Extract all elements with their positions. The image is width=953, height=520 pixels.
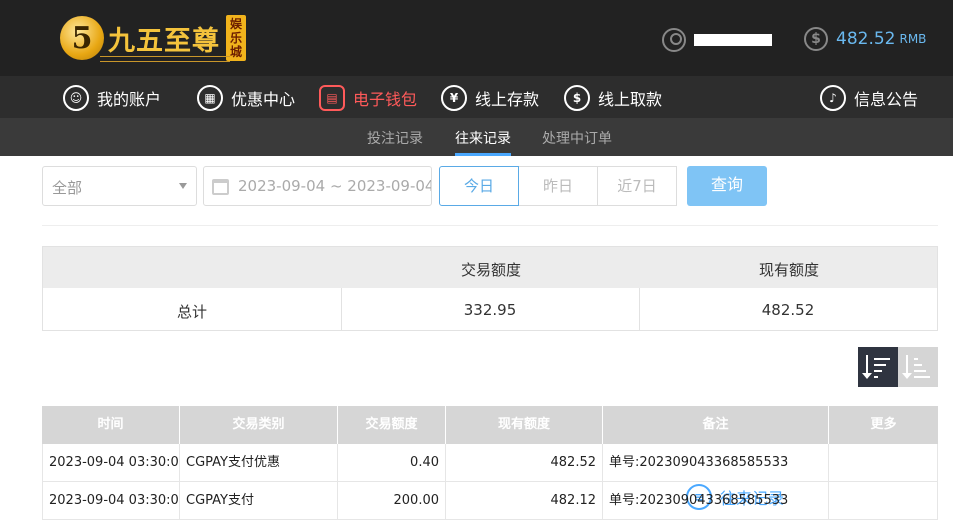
active-tab-underline — [455, 153, 511, 156]
balance-amount: 482.52 — [836, 29, 896, 49]
divider — [42, 225, 938, 226]
deposit-icon: ¥ — [441, 85, 467, 111]
nav-item-withdraw[interactable]: $ 线上取款 — [564, 83, 662, 113]
dollar-icon: $ — [804, 27, 828, 51]
logo-flourish — [100, 56, 230, 62]
nav-item-deposit[interactable]: ¥ 线上存款 — [441, 83, 539, 113]
summary-total-label: 总计 — [176, 303, 207, 321]
sort-desc-icon — [862, 355, 892, 379]
nav-label: 线上存款 — [475, 90, 540, 109]
tab-bet-records[interactable]: 投注记录 — [367, 128, 423, 148]
sub-nav: 投注记录 往来记录 处理中订单 — [0, 118, 953, 156]
cell-amount: 200.00 — [338, 482, 446, 520]
date-range-value: 2023-09-04 ~ 2023-09-04 — [238, 177, 432, 195]
cell-time: 2023-09-04 03:30:02 — [42, 482, 180, 520]
username-redacted — [694, 34, 772, 46]
cell-type: CGPAY支付 — [180, 482, 338, 520]
summary-header-balance: 现有额度 — [759, 261, 820, 279]
user-icon: ☺ — [63, 85, 89, 111]
summary-total-balance: 482.52 — [761, 301, 815, 319]
withdraw-icon: $ — [564, 85, 590, 111]
nav-item-wallet[interactable]: ▤ 电子钱包 — [319, 83, 417, 113]
user-icon — [662, 28, 686, 52]
col-balance: 现有额度 — [446, 406, 603, 444]
logo-mark: 5 — [60, 16, 104, 60]
col-more: 更多 — [870, 417, 897, 432]
cell-time: 2023-09-04 03:30:02 — [42, 444, 180, 482]
yesterday-button[interactable]: 昨日 — [519, 166, 598, 206]
summary-total-amount: 332.95 — [463, 301, 517, 319]
logo-text: 九五至尊 — [108, 25, 220, 57]
nav-label: 我的账户 — [97, 90, 162, 109]
nav-label: 电子钱包 — [353, 90, 418, 109]
cell-more[interactable] — [829, 482, 938, 520]
top-header: 5 九五至尊 娱 乐 城 $ 482.52 RMB — [0, 0, 953, 76]
cell-balance: 482.52 — [446, 444, 603, 482]
main-nav: ☺ 我的账户 ▦ 优惠中心 ▤ 电子钱包 ¥ 线上存款 $ 线上取款 ≡ 往来记… — [0, 76, 953, 510]
col-remark: 备注 — [603, 406, 829, 444]
tab-transaction-records[interactable]: 往来记录 — [455, 128, 511, 148]
balance-unit: RMB — [899, 32, 927, 46]
wallet-icon: ▤ — [319, 85, 345, 111]
records-header: 时间 交易类别 交易额度 现有额度 备注 更多 — [42, 406, 938, 444]
today-button[interactable]: 今日 — [439, 166, 519, 206]
nav-item-notices[interactable]: ♪ 信息公告 — [820, 83, 918, 113]
sort-buttons — [858, 347, 938, 387]
cell-amount: 0.40 — [338, 444, 446, 482]
tab-pending-orders[interactable]: 处理中订单 — [542, 128, 612, 148]
nav-label: 信息公告 — [854, 90, 919, 109]
nav-item-promotions[interactable]: ▦ 优惠中心 — [197, 83, 295, 113]
sort-asc-button[interactable] — [898, 347, 938, 387]
cell-remark: 单号:202309043368585533 — [603, 482, 829, 520]
nav-item-my-account[interactable]: ☺ 我的账户 — [63, 83, 161, 113]
cell-remark: 单号:202309043368585533 — [603, 444, 829, 482]
cell-more[interactable] — [829, 444, 938, 482]
select-value: 全部 — [52, 179, 83, 197]
sort-desc-button[interactable] — [858, 347, 898, 387]
col-time: 时间 — [42, 406, 180, 444]
nav-label: 优惠中心 — [231, 90, 296, 109]
balance-info: $ 482.52 RMB — [804, 27, 926, 51]
summary-table: 交易额度 现有额度 总计 332.95 482.52 — [42, 246, 938, 331]
chevron-down-icon — [179, 183, 187, 189]
query-button[interactable]: 查询 — [687, 166, 767, 206]
date-range-input[interactable]: 2023-09-04 ~ 2023-09-04 — [203, 166, 432, 206]
table-row: 2023-09-04 03:30:02 CGPAY支付 200.00 482.1… — [42, 482, 938, 520]
calendar-icon — [212, 179, 229, 195]
last-7-days-button[interactable]: 近7日 — [598, 166, 677, 206]
col-amount: 交易额度 — [338, 406, 446, 444]
nav-label: 线上取款 — [598, 90, 663, 109]
gift-icon: ▦ — [197, 85, 223, 111]
summary-header-amount: 交易额度 — [461, 261, 522, 279]
sort-asc-icon — [902, 355, 932, 379]
user-info[interactable] — [662, 28, 772, 52]
cell-balance: 482.12 — [446, 482, 603, 520]
table-row: 2023-09-04 03:30:02 CGPAY支付优惠 0.40 482.5… — [42, 444, 938, 482]
logo-badge: 娱 乐 城 — [226, 15, 246, 61]
quick-date-buttons: 今日 昨日 近7日 — [439, 166, 677, 206]
col-type: 交易类别 — [180, 406, 338, 444]
transaction-type-select[interactable]: 全部 — [42, 166, 197, 206]
cell-type: CGPAY支付优惠 — [180, 444, 338, 482]
bell-icon: ♪ — [820, 85, 846, 111]
